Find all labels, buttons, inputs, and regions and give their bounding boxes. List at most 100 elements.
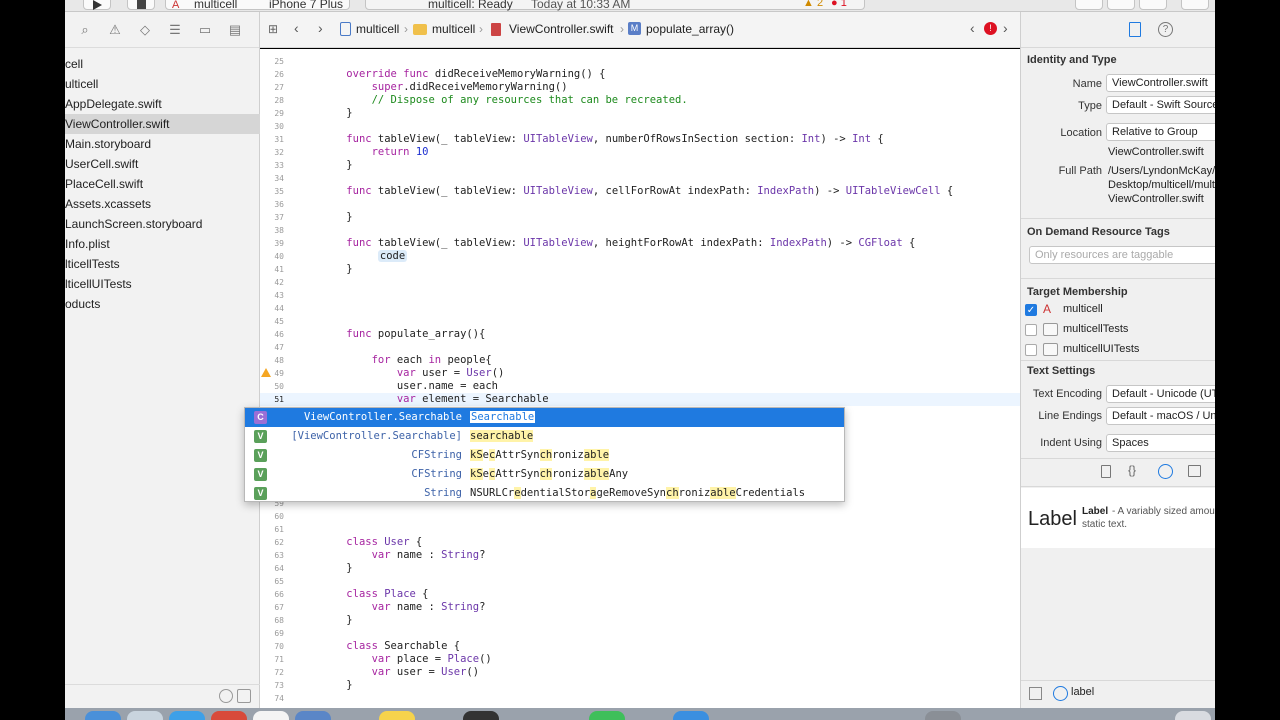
code-line[interactable]: 37 } — [260, 211, 1020, 224]
trash-icon[interactable] — [1175, 711, 1211, 720]
code-line[interactable]: 74 — [260, 692, 1020, 705]
file-list-item[interactable]: lticellTests — [65, 254, 260, 274]
code-line[interactable]: 69 — [260, 627, 1020, 640]
code-line[interactable]: 68 } — [260, 614, 1020, 627]
code-snippet-icon[interactable]: {} — [1128, 463, 1136, 477]
jumpbar-symbol[interactable]: populate_array() — [646, 22, 734, 36]
code-line[interactable]: 30 — [260, 120, 1020, 133]
run-button[interactable] — [83, 0, 111, 10]
code-line[interactable]: 36 — [260, 198, 1020, 211]
warning-icon[interactable] — [261, 368, 271, 377]
file-list-item[interactable]: AppDelegate.swift — [65, 94, 260, 114]
code-line[interactable]: 42 — [260, 276, 1020, 289]
file-inspector-icon[interactable] — [1129, 22, 1141, 37]
code-line[interactable]: 39 func tableView(_ tableView: UITableVi… — [260, 237, 1020, 250]
source-editor[interactable]: 25 26 override func didReceiveMemoryWarni… — [260, 49, 1020, 708]
indent-select[interactable]: Spaces — [1106, 434, 1215, 452]
file-list-item[interactable]: lticellUITests — [65, 274, 260, 294]
calendar-icon[interactable] — [253, 711, 289, 720]
code-line[interactable]: 31 func tableView(_ tableView: UITableVi… — [260, 133, 1020, 146]
code-line[interactable]: 73 } — [260, 679, 1020, 692]
launchpad-icon[interactable] — [127, 711, 163, 720]
completion-item[interactable]: V [ViewController.Searchable] searchable — [245, 427, 844, 446]
completion-item[interactable]: C ViewController.Searchable Searchable — [245, 408, 844, 427]
line-endings-select[interactable]: Default - macOS / Unix (LF) — [1106, 407, 1215, 425]
forward-button[interactable]: › — [318, 20, 323, 36]
code-line[interactable]: 25 — [260, 55, 1020, 68]
file-template-icon[interactable] — [1101, 465, 1111, 478]
code-line[interactable]: 40 code — [260, 250, 1020, 263]
issue-prev-button[interactable]: ‹ — [970, 20, 975, 36]
file-list-item[interactable]: UserCell.swift — [65, 154, 260, 174]
error-count[interactable]: ● 1 — [831, 0, 847, 9]
name-field[interactable]: ViewController.swift — [1106, 74, 1215, 92]
filter-options-icon[interactable] — [237, 689, 251, 703]
related-items-icon[interactable]: ⊞ — [268, 22, 278, 36]
library-item-label[interactable]: Label Label - A variably sized amount of… — [1021, 488, 1215, 548]
file-list-item[interactable]: oducts — [65, 294, 260, 314]
code-line[interactable]: 60 — [260, 510, 1020, 523]
completion-item[interactable]: V CFString kSecAttrSynchronizable — [245, 446, 844, 465]
code-line[interactable]: 34 — [260, 172, 1020, 185]
code-line[interactable]: 29 } — [260, 107, 1020, 120]
code-line[interactable]: 41 } — [260, 263, 1020, 276]
completion-item[interactable]: V String NSURLCredentialStorageRemoveSynch… — [245, 484, 844, 503]
code-line[interactable]: 49 var user = User() — [260, 367, 1020, 380]
system-prefs-icon[interactable] — [925, 711, 961, 720]
code-line[interactable]: 67 var name : String? — [260, 601, 1020, 614]
notes-icon[interactable] — [379, 711, 415, 720]
editor-mode-version[interactable] — [1139, 0, 1167, 10]
code-line[interactable]: 64 } — [260, 562, 1020, 575]
code-line[interactable]: 70 class Searchable { — [260, 640, 1020, 653]
code-line[interactable]: 38 — [260, 224, 1020, 237]
jumpbar-project[interactable]: multicell — [356, 22, 399, 36]
code-line[interactable]: 46 func populate_array(){ — [260, 328, 1020, 341]
grid-view-icon[interactable] — [1029, 687, 1042, 700]
code-line[interactable]: 32 return 10 — [260, 146, 1020, 159]
safari-icon[interactable] — [169, 711, 205, 720]
app-store-icon[interactable] — [673, 711, 709, 720]
editor-mode-standard[interactable] — [1075, 0, 1103, 10]
stop-button[interactable] — [127, 0, 155, 10]
code-line[interactable]: 45 — [260, 315, 1020, 328]
debug-icon[interactable]: ☰ — [167, 22, 183, 38]
error-icon[interactable]: ! — [984, 22, 997, 35]
code-line[interactable]: 47 — [260, 341, 1020, 354]
target-checkbox[interactable]: ✓ — [1025, 304, 1037, 316]
code-line[interactable]: 48 for each in people{ — [260, 354, 1020, 367]
code-line[interactable]: 26 override func didReceiveMemoryWarning… — [260, 68, 1020, 81]
code-line[interactable]: 72 var user = User() — [260, 666, 1020, 679]
finder-icon[interactable] — [85, 711, 121, 720]
code-line[interactable]: 50 user.name = each — [260, 380, 1020, 393]
toggle-navigator-button[interactable] — [1181, 0, 1209, 10]
recent-files-icon[interactable] — [219, 689, 233, 703]
media-library-icon[interactable] — [1188, 465, 1201, 477]
editor-mode-assistant[interactable] — [1107, 0, 1135, 10]
code-line[interactable]: 43 — [260, 289, 1020, 302]
library-filter-input[interactable]: label — [1071, 686, 1094, 698]
code-placeholder[interactable]: code — [377, 250, 408, 262]
app-icon[interactable] — [211, 711, 247, 720]
target-checkbox[interactable] — [1025, 344, 1037, 356]
code-line[interactable]: 62 class User { — [260, 536, 1020, 549]
encoding-select[interactable]: Default - Unicode (UTF-8) — [1106, 385, 1215, 403]
code-line[interactable]: 71 var place = Place() — [260, 653, 1020, 666]
code-line[interactable]: 27 super.didReceiveMemoryWarning() — [260, 81, 1020, 94]
code-line[interactable]: 61 — [260, 523, 1020, 536]
code-line[interactable]: 51 var element = Searchable — [260, 393, 1020, 406]
file-list-item[interactable]: Assets.xcassets — [65, 194, 260, 214]
issue-next-button[interactable]: › — [1003, 20, 1008, 36]
warning-count[interactable]: ▲ 2 — [803, 0, 823, 9]
completion-item[interactable]: V CFString kSecAttrSynchronizableAny — [245, 465, 844, 484]
object-library-icon[interactable] — [1158, 464, 1173, 479]
code-line[interactable]: 28 // Dispose of any resources that can … — [260, 94, 1020, 107]
file-list-item[interactable]: Info.plist — [65, 234, 260, 254]
back-button[interactable]: ‹ — [294, 20, 299, 36]
code-line[interactable]: 33 } — [260, 159, 1020, 172]
warning-icon[interactable]: ⚠ — [107, 22, 123, 38]
file-list-item[interactable]: cell — [65, 54, 260, 74]
messages-icon[interactable] — [589, 711, 625, 720]
report-icon[interactable]: ▤ — [227, 22, 243, 38]
terminal-icon[interactable] — [463, 711, 499, 720]
code-line[interactable]: 35 func tableView(_ tableView: UITableVi… — [260, 185, 1020, 198]
